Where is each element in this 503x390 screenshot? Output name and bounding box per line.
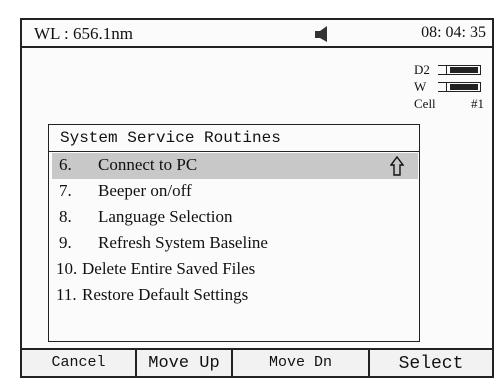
menu-item-label: Beeper on/off [98,181,192,200]
select-label: Select [398,354,464,374]
lamp-tick-icon [438,65,446,75]
cell-label: Cell [414,96,436,111]
menu-item-label: Delete Entire Saved Files [82,259,256,278]
cell-status: Cell #1 [414,96,484,113]
service-routines-dialog: System Service Routines 6. Connect to PC… [48,124,420,342]
lamp-status-panel: D2 W Cell #1 [414,62,484,113]
menu-item-number: 10. [56,259,78,278]
menu-item-restore-defaults[interactable]: 11. Restore Default Settings [52,283,418,309]
move-up-softkey[interactable]: Move Up [137,350,233,376]
w-lamp-status: W [414,79,484,96]
dialog-title: System Service Routines [49,125,419,152]
cell-number: #1 [471,96,484,111]
menu-item-language[interactable]: 8. Language Selection [52,205,418,231]
instrument-screen: WL : 656.1nm 08: 04: 35 D2 W Cell #1 Sys… [20,18,494,378]
status-bar: WL : 656.1nm 08: 04: 35 [22,20,492,48]
speaker-icon [315,26,327,42]
menu-item-label: Language Selection [98,207,233,226]
w-lamp-label: W [414,79,427,94]
menu-item-number: 6. [59,155,72,174]
menu-item-delete-saved-files[interactable]: 10. Delete Entire Saved Files [52,257,418,283]
select-softkey[interactable]: Select [370,350,492,376]
menu-item-number: 9. [59,233,72,252]
menu-item-number: 8. [59,207,72,226]
d2-lamp-status: D2 [414,62,484,79]
move-up-label: Move Up [148,354,220,373]
menu-item-label: Refresh System Baseline [98,233,268,252]
d2-lamp-bar-icon [446,65,481,75]
menu-item-refresh-baseline[interactable]: 9. Refresh System Baseline [52,231,418,257]
move-down-label: Move Dn [268,354,332,371]
menu-item-number: 7. [59,181,72,200]
softkey-bar: Cancel Move Up Move Dn Select [22,348,492,376]
menu-item-label: Restore Default Settings [82,285,249,304]
clock: 08: 04: 35 [421,24,486,41]
menu-item-beeper[interactable]: 7. Beeper on/off [52,179,418,205]
w-lamp-bar-icon [446,82,481,92]
d2-lamp-label: D2 [414,62,430,77]
lamp-tick-icon [438,82,446,92]
menu-item-connect-to-pc[interactable]: 6. Connect to PC [52,153,418,179]
menu-list: 6. Connect to PC 7. Beeper on/off 8. Lan… [52,153,418,309]
menu-item-label: Connect to PC [98,155,198,174]
cancel-softkey[interactable]: Cancel [22,350,137,376]
cancel-label: Cancel [51,354,106,371]
move-down-softkey[interactable]: Move Dn [233,350,370,376]
wavelength-readout: WL : 656.1nm [34,24,133,43]
menu-item-number: 11. [56,285,77,304]
up-arrow-icon [390,156,404,176]
